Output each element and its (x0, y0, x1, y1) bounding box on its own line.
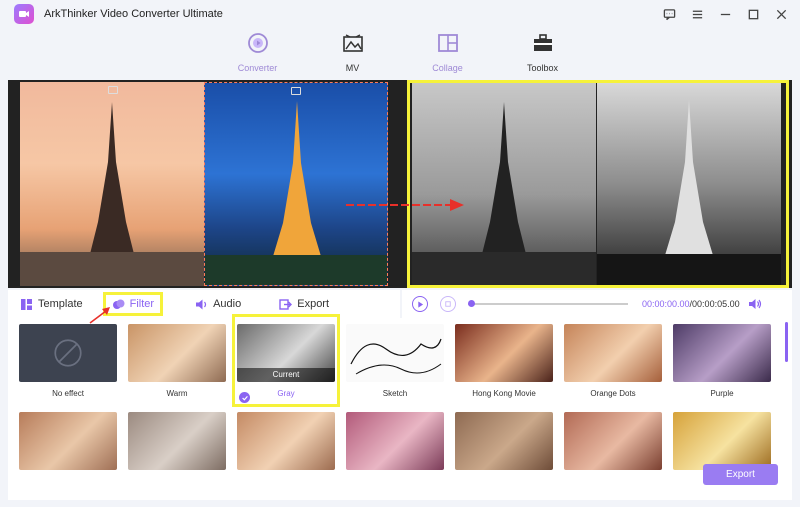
minimize-icon[interactable] (716, 5, 734, 23)
menu-icon[interactable] (688, 5, 706, 23)
export-button[interactable]: Export (703, 464, 778, 485)
filter-thumbnail[interactable] (19, 412, 117, 470)
app-logo-icon (14, 4, 34, 24)
maximize-icon[interactable] (744, 5, 762, 23)
selected-filter-highlight (232, 314, 340, 407)
filter-grid: No effect Warm Current Gray Sketch Hong … (8, 314, 792, 500)
current-time: 00:00:00.00 (642, 299, 690, 309)
filter-thumbnail[interactable] (564, 412, 662, 470)
filter-thumbnail (455, 324, 553, 382)
nav-mv[interactable]: MV (305, 30, 400, 78)
nav-toolbox[interactable]: Toolbox (495, 30, 590, 78)
no-effect-icon (54, 339, 82, 367)
template-icon (21, 298, 32, 310)
eiffel-tower-night-image (205, 101, 387, 285)
image-icon (108, 86, 118, 94)
filter-thumbnail (673, 324, 771, 382)
play-button[interactable] (412, 296, 428, 312)
tab-export[interactable]: Export (273, 292, 335, 316)
filter-icon (112, 299, 125, 309)
filter-thumbnail[interactable] (673, 412, 771, 470)
export-icon (279, 298, 293, 310)
scrollbar[interactable] (785, 322, 788, 362)
title-bar: ArkThinker Video Converter Ultimate (0, 0, 800, 28)
filter-thumbnail[interactable] (237, 412, 335, 470)
progress-handle[interactable] (468, 300, 475, 307)
edit-tabs: Template Filter Audio Export (8, 290, 400, 318)
progress-slider[interactable] (468, 300, 628, 307)
time-display: 00:00:00.00/00:00:05.00 (642, 299, 740, 309)
tab-audio[interactable]: Audio (189, 292, 247, 316)
main-nav: Converter MV Collage Toolbox (0, 30, 800, 78)
close-icon[interactable] (772, 5, 790, 23)
filtered-highlight (407, 80, 789, 288)
filter-purple[interactable]: Purple (673, 324, 771, 398)
filter-thumbnail (128, 324, 226, 382)
feedback-icon[interactable] (660, 5, 678, 23)
filter-thumbnail (564, 324, 662, 382)
original-image-left[interactable] (20, 82, 204, 286)
mv-icon (342, 30, 364, 56)
app-title: ArkThinker Video Converter Ultimate (44, 8, 223, 20)
collage-preview (8, 80, 792, 288)
converter-icon (247, 30, 269, 56)
toolbox-icon (532, 30, 554, 56)
filter-orange-dots[interactable]: Orange Dots (564, 324, 662, 398)
original-image-right[interactable] (204, 82, 388, 286)
tab-template[interactable]: Template (14, 292, 89, 316)
total-time: /00:00:05.00 (689, 299, 740, 309)
arrow-right-icon (346, 199, 464, 211)
filter-thumbnail[interactable] (346, 412, 444, 470)
filter-hong-kong-movie[interactable]: Hong Kong Movie (455, 324, 553, 398)
nav-converter[interactable]: Converter (210, 30, 305, 78)
collage-icon (437, 30, 459, 56)
volume-icon[interactable] (748, 297, 762, 311)
stop-icon (445, 301, 451, 307)
nav-collage[interactable]: Collage (400, 30, 495, 78)
audio-icon (196, 299, 207, 309)
eiffel-tower-image (20, 102, 204, 286)
playback-controls: 00:00:00.00/00:00:05.00 (402, 290, 792, 318)
filter-thumbnail[interactable] (455, 412, 553, 470)
filter-no-effect[interactable]: No effect (19, 324, 117, 398)
image-icon (291, 87, 301, 95)
filter-thumbnail[interactable] (128, 412, 226, 470)
pointer-arrow-icon (89, 307, 110, 324)
filter-thumbnail (346, 324, 444, 382)
play-icon (417, 300, 423, 308)
stop-button[interactable] (440, 296, 456, 312)
filter-sketch[interactable]: Sketch (346, 324, 444, 398)
filter-warm[interactable]: Warm (128, 324, 226, 398)
